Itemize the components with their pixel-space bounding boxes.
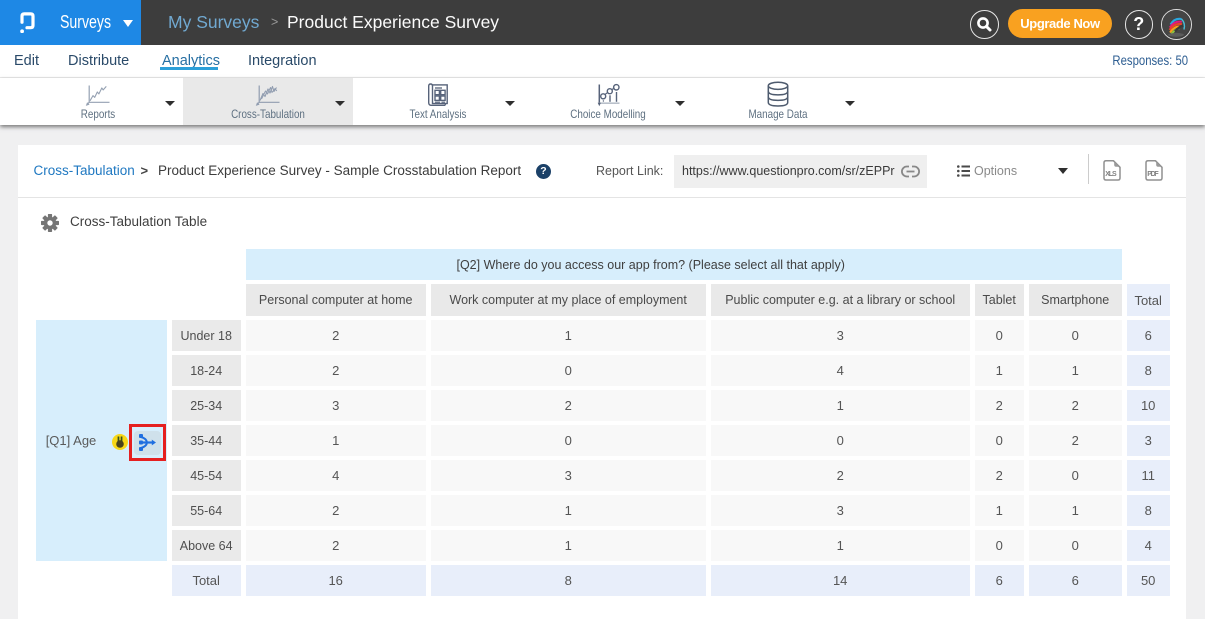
svg-text:PDF: PDF [1147,171,1159,178]
svg-text:XLS: XLS [1105,171,1117,178]
